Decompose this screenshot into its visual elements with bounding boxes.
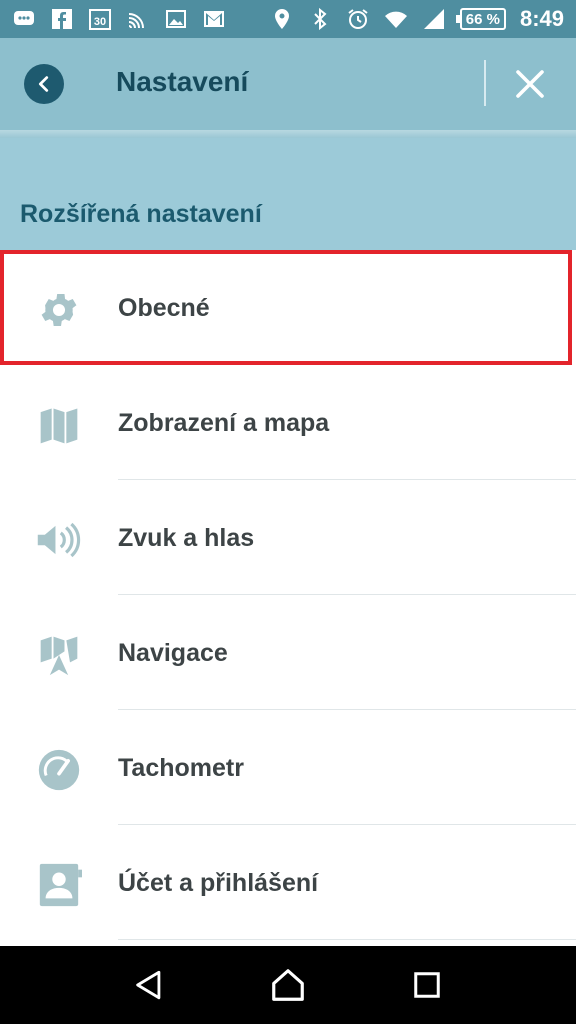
menu-item-label: Tachometr xyxy=(118,754,244,782)
nav-home-button[interactable] xyxy=(266,963,310,1007)
navigation-icon xyxy=(36,632,82,678)
page-title: Nastavení xyxy=(116,66,249,97)
close-icon xyxy=(516,70,544,98)
menu-item-label: Obecné xyxy=(118,294,210,322)
calendar-day: 30 xyxy=(94,16,106,28)
system-nav-bar xyxy=(0,946,576,1024)
app-bar: Nastavení xyxy=(0,38,576,130)
battery-indicator: 66 % xyxy=(455,8,506,30)
wifi-icon xyxy=(384,7,408,31)
menu-item-label: Navigace xyxy=(118,639,228,667)
map-icon xyxy=(36,402,82,448)
app-bar-shadow xyxy=(0,130,576,138)
signal-icon xyxy=(422,7,446,31)
menu-item-account-login[interactable]: Účet a přihlášení xyxy=(0,825,576,940)
status-bar: 30 66 % 8:49 xyxy=(0,0,576,38)
menu-item-display-map[interactable]: Zobrazení a mapa xyxy=(0,365,576,480)
status-bar-left: 30 xyxy=(12,7,226,31)
location-icon xyxy=(270,7,294,31)
menu-item-label: Zvuk a hlas xyxy=(118,524,255,552)
menu-item-label: Účet a přihlášení xyxy=(118,869,319,897)
alarm-icon xyxy=(346,7,370,31)
chat-icon xyxy=(12,7,36,31)
bluetooth-icon xyxy=(308,7,332,31)
section-title: Rozšířená nastavení xyxy=(20,200,262,228)
nav-back-button[interactable] xyxy=(127,963,171,1007)
chevron-left-icon xyxy=(38,76,49,92)
menu-item-label: Zobrazení a mapa xyxy=(118,409,330,437)
nav-recents-button[interactable] xyxy=(405,963,449,1007)
menu-item-sound-voice[interactable]: Zvuk a hlas xyxy=(0,480,576,595)
recents-square-icon xyxy=(413,972,440,998)
account-icon xyxy=(36,862,82,908)
header-divider xyxy=(484,60,486,106)
facebook-icon xyxy=(50,7,74,31)
clock: 8:49 xyxy=(519,6,564,31)
back-triangle-icon xyxy=(136,970,161,1000)
gmail-icon xyxy=(202,7,226,31)
menu-item-general[interactable]: Obecné xyxy=(0,250,572,365)
status-bar-right: 66 % 8:49 xyxy=(270,6,564,32)
close-button[interactable] xyxy=(510,64,550,104)
menu-item-navigation[interactable]: Navigace xyxy=(0,595,576,710)
cast-icon xyxy=(126,7,150,31)
gear-icon xyxy=(36,287,82,333)
section-header: Rozšířená nastavení xyxy=(0,138,576,250)
list-divider xyxy=(118,939,576,940)
speaker-icon xyxy=(36,517,82,563)
image-icon xyxy=(164,7,188,31)
back-button[interactable] xyxy=(24,64,64,104)
home-icon xyxy=(272,969,304,1001)
menu-item-speedometer[interactable]: Tachometr xyxy=(0,710,576,825)
speedometer-icon xyxy=(36,747,82,793)
calendar-icon: 30 xyxy=(88,7,112,31)
settings-list: Obecné Zobrazení a mapa Zvuk a hlas Navi xyxy=(0,250,576,940)
